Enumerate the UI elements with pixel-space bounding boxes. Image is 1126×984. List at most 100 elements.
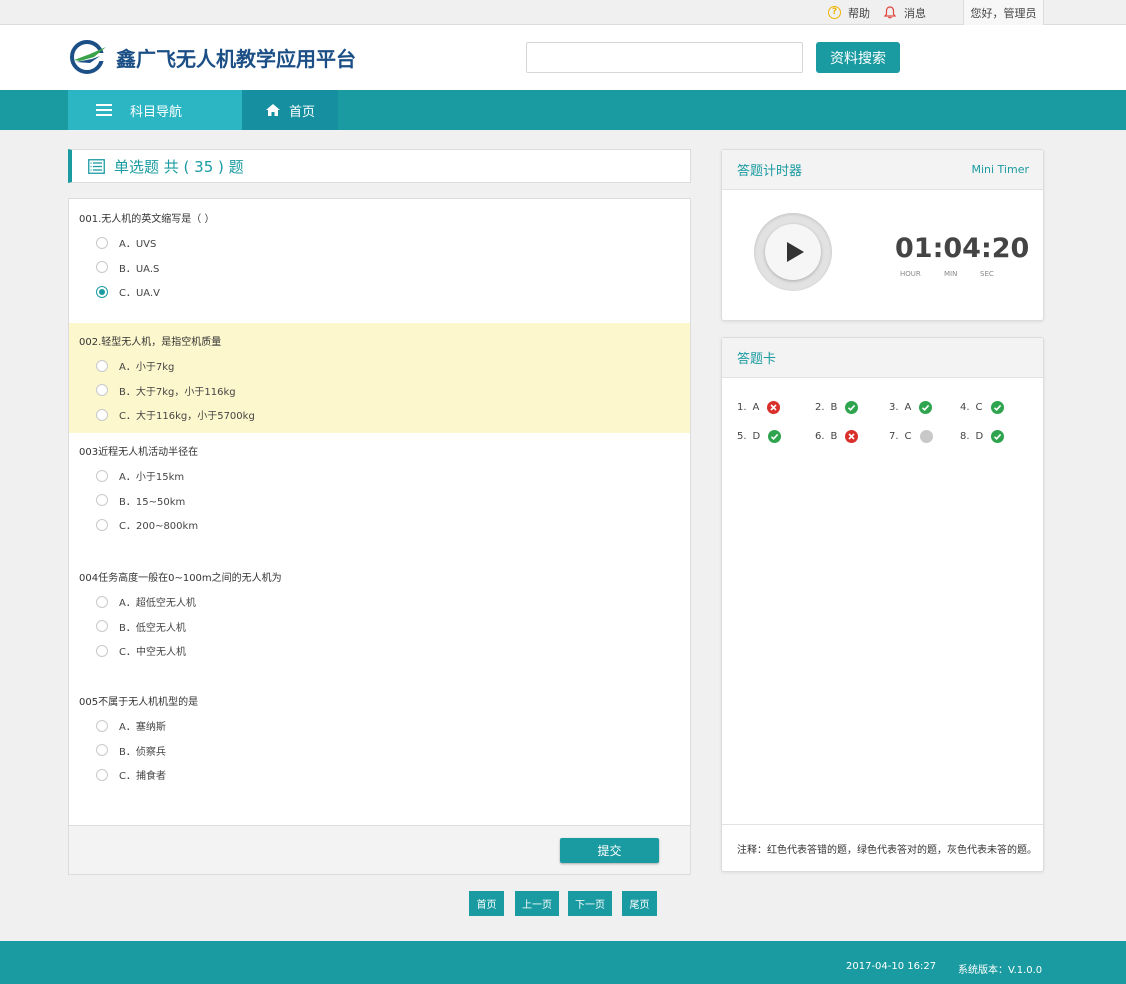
last-page-button[interactable]: 尾页 xyxy=(622,891,657,916)
help-label: 帮助 xyxy=(848,6,870,20)
option-label: B．大于7kg，小于116kg xyxy=(119,386,236,398)
answer-option[interactable]: C．大于116kg，小于5700kg xyxy=(96,407,255,422)
option-label: C．大于116kg，小于5700kg xyxy=(119,411,255,422)
footer-datetime: 2017-04-10 16:27 xyxy=(846,961,937,972)
answer-choice: B xyxy=(830,431,838,442)
answer-number: 7. xyxy=(889,431,899,442)
radio-button[interactable] xyxy=(96,384,108,396)
answer-card-title: 答题卡 xyxy=(737,352,777,367)
answer-card-item[interactable]: 7. C xyxy=(889,430,933,443)
radio-button[interactable] xyxy=(96,644,108,657)
home-label: 首页 xyxy=(288,104,315,120)
option-label: A．小于15km xyxy=(119,472,185,483)
question-text: 005不属于无人机机型的是 xyxy=(79,697,199,708)
question-block: 005不属于无人机机型的是 A．塞纳斯 B．侦察兵 C．捕食者 xyxy=(69,683,690,809)
footer: 2017-04-10 16:27 系统版本：V.1.0.0 xyxy=(0,941,1126,984)
answer-option[interactable]: C．200~800km xyxy=(96,517,198,532)
hour-label: HOUR xyxy=(900,270,921,278)
radio-button[interactable] xyxy=(96,236,108,249)
mini-timer-link[interactable]: Mini Timer xyxy=(971,163,1029,176)
answer-option[interactable]: A．小于15km xyxy=(96,468,184,483)
answer-card: 答题卡 1. A 2. B 3. A 4. C 5. D 6. B 7. C 8. D 注释：红色代表答错的题… xyxy=(721,337,1044,872)
answer-option[interactable]: B．低空无人机 xyxy=(96,619,186,634)
answer-card-item[interactable]: 3. A xyxy=(889,401,933,414)
answer-card-item[interactable]: 8. D xyxy=(960,430,1005,443)
radio-button[interactable] xyxy=(96,518,108,531)
radio-button[interactable] xyxy=(96,620,108,632)
answer-option[interactable]: B．UA.S xyxy=(96,260,159,275)
question-text: 002.轻型无人机，是指空机质量 xyxy=(79,337,222,348)
answer-card-item[interactable]: 1. A xyxy=(737,401,781,414)
answer-card-header: 答题卡 xyxy=(722,338,1043,378)
radio-button[interactable] xyxy=(96,261,108,273)
search-input[interactable] xyxy=(526,42,803,73)
search-button[interactable]: 资料搜索 xyxy=(816,42,900,73)
answer-choice: B xyxy=(830,402,838,413)
messages-link[interactable]: 消息 xyxy=(884,0,926,25)
radio-button[interactable] xyxy=(96,744,108,756)
answer-option[interactable]: A．塞纳斯 xyxy=(96,718,166,733)
first-page-button[interactable]: 首页 xyxy=(469,891,504,916)
answer-option[interactable]: B．15~50km xyxy=(96,493,185,508)
cross-icon xyxy=(767,401,781,414)
next-page-button[interactable]: 下一页 xyxy=(568,891,612,916)
answer-number: 4. xyxy=(960,402,970,413)
answer-option[interactable]: B．大于7kg，小于116kg xyxy=(96,383,236,398)
option-label: C．中空无人机 xyxy=(119,647,186,658)
quiz-title-bar: 单选题 共 ( 35 ) 题 xyxy=(68,149,691,183)
answer-choice: D xyxy=(975,431,984,442)
radio-button[interactable] xyxy=(96,408,108,421)
quiz-title: 单选题 共 ( 35 ) 题 xyxy=(114,157,244,176)
answer-option[interactable]: C．中空无人机 xyxy=(96,643,186,658)
answer-option[interactable]: A．小于7kg xyxy=(96,358,174,373)
radio-button[interactable] xyxy=(96,595,108,608)
check-icon xyxy=(990,401,1004,414)
answer-number: 2. xyxy=(815,402,825,413)
answer-card-item[interactable]: 5. D xyxy=(737,430,782,443)
answer-card-item[interactable]: 4. C xyxy=(960,401,1004,414)
check-icon xyxy=(919,401,933,414)
answer-option[interactable]: B．侦察兵 xyxy=(96,743,166,758)
answer-option[interactable]: A．超低空无人机 xyxy=(96,594,196,609)
answer-option[interactable]: C．UA.V xyxy=(96,284,160,299)
question-block: 002.轻型无人机，是指空机质量 A．小于7kg B．大于7kg，小于116kg C．… xyxy=(69,323,690,433)
answer-option[interactable]: A．UVS xyxy=(96,235,156,250)
help-link[interactable]: ? 帮助 xyxy=(828,0,870,25)
radio-button[interactable] xyxy=(96,285,108,298)
subject-nav-label: 科目导航 xyxy=(130,104,183,120)
radio-button[interactable] xyxy=(96,469,108,482)
nav-home[interactable]: 首页 xyxy=(242,90,338,130)
option-label: C．UA.V xyxy=(119,288,160,299)
submit-button[interactable]: 提交 xyxy=(560,838,659,863)
radio-button[interactable] xyxy=(96,768,108,781)
play-button[interactable] xyxy=(754,213,832,291)
answer-option[interactable]: C．捕食者 xyxy=(96,767,166,782)
answer-card-item[interactable]: 2. B xyxy=(815,401,859,414)
answer-number: 3. xyxy=(889,402,899,413)
question-block: 003近程无人机活动半径在 A．小于15km B．15~50km C．200~800k… xyxy=(69,433,690,559)
answer-card-item[interactable]: 6. B xyxy=(815,430,859,443)
option-label: A．塞纳斯 xyxy=(119,722,166,733)
timer-card: 答题计时器 Mini Timer 01:04:20 HOUR MIN SEC xyxy=(721,149,1044,321)
radio-button[interactable] xyxy=(96,719,108,732)
option-label: B．UA.S xyxy=(119,263,160,275)
answer-choice: C xyxy=(975,402,983,413)
question-panel: 001.无人机的英文缩写是（ ） A．UVS B．UA.S C．UA.V 002.轻型无… xyxy=(68,198,691,875)
logo-icon xyxy=(70,40,106,74)
answer-choice: C xyxy=(904,431,912,442)
prev-page-button[interactable]: 上一页 xyxy=(515,891,559,916)
logo[interactable]: 鑫广飞无人机教学应用平台 xyxy=(68,39,356,75)
timer-value: 01:04:20 xyxy=(895,233,1030,264)
bell-icon xyxy=(884,6,896,19)
play-icon xyxy=(787,242,804,262)
question-block: 004任务高度一般在0~100m之间的无人机为 A．超低空无人机 B．低空无人机 C．… xyxy=(69,559,690,683)
utility-bar: ? 帮助 消息 您好，管理员 xyxy=(0,0,1126,25)
sec-label: SEC xyxy=(980,270,994,278)
radio-button[interactable] xyxy=(96,359,108,372)
radio-button[interactable] xyxy=(96,494,108,506)
home-icon xyxy=(265,104,280,116)
check-icon xyxy=(768,430,782,443)
subject-nav-menu[interactable]: 科目导航 xyxy=(68,90,242,130)
option-label: C．200~800km xyxy=(119,521,199,532)
user-greeting[interactable]: 您好，管理员 xyxy=(963,0,1044,25)
